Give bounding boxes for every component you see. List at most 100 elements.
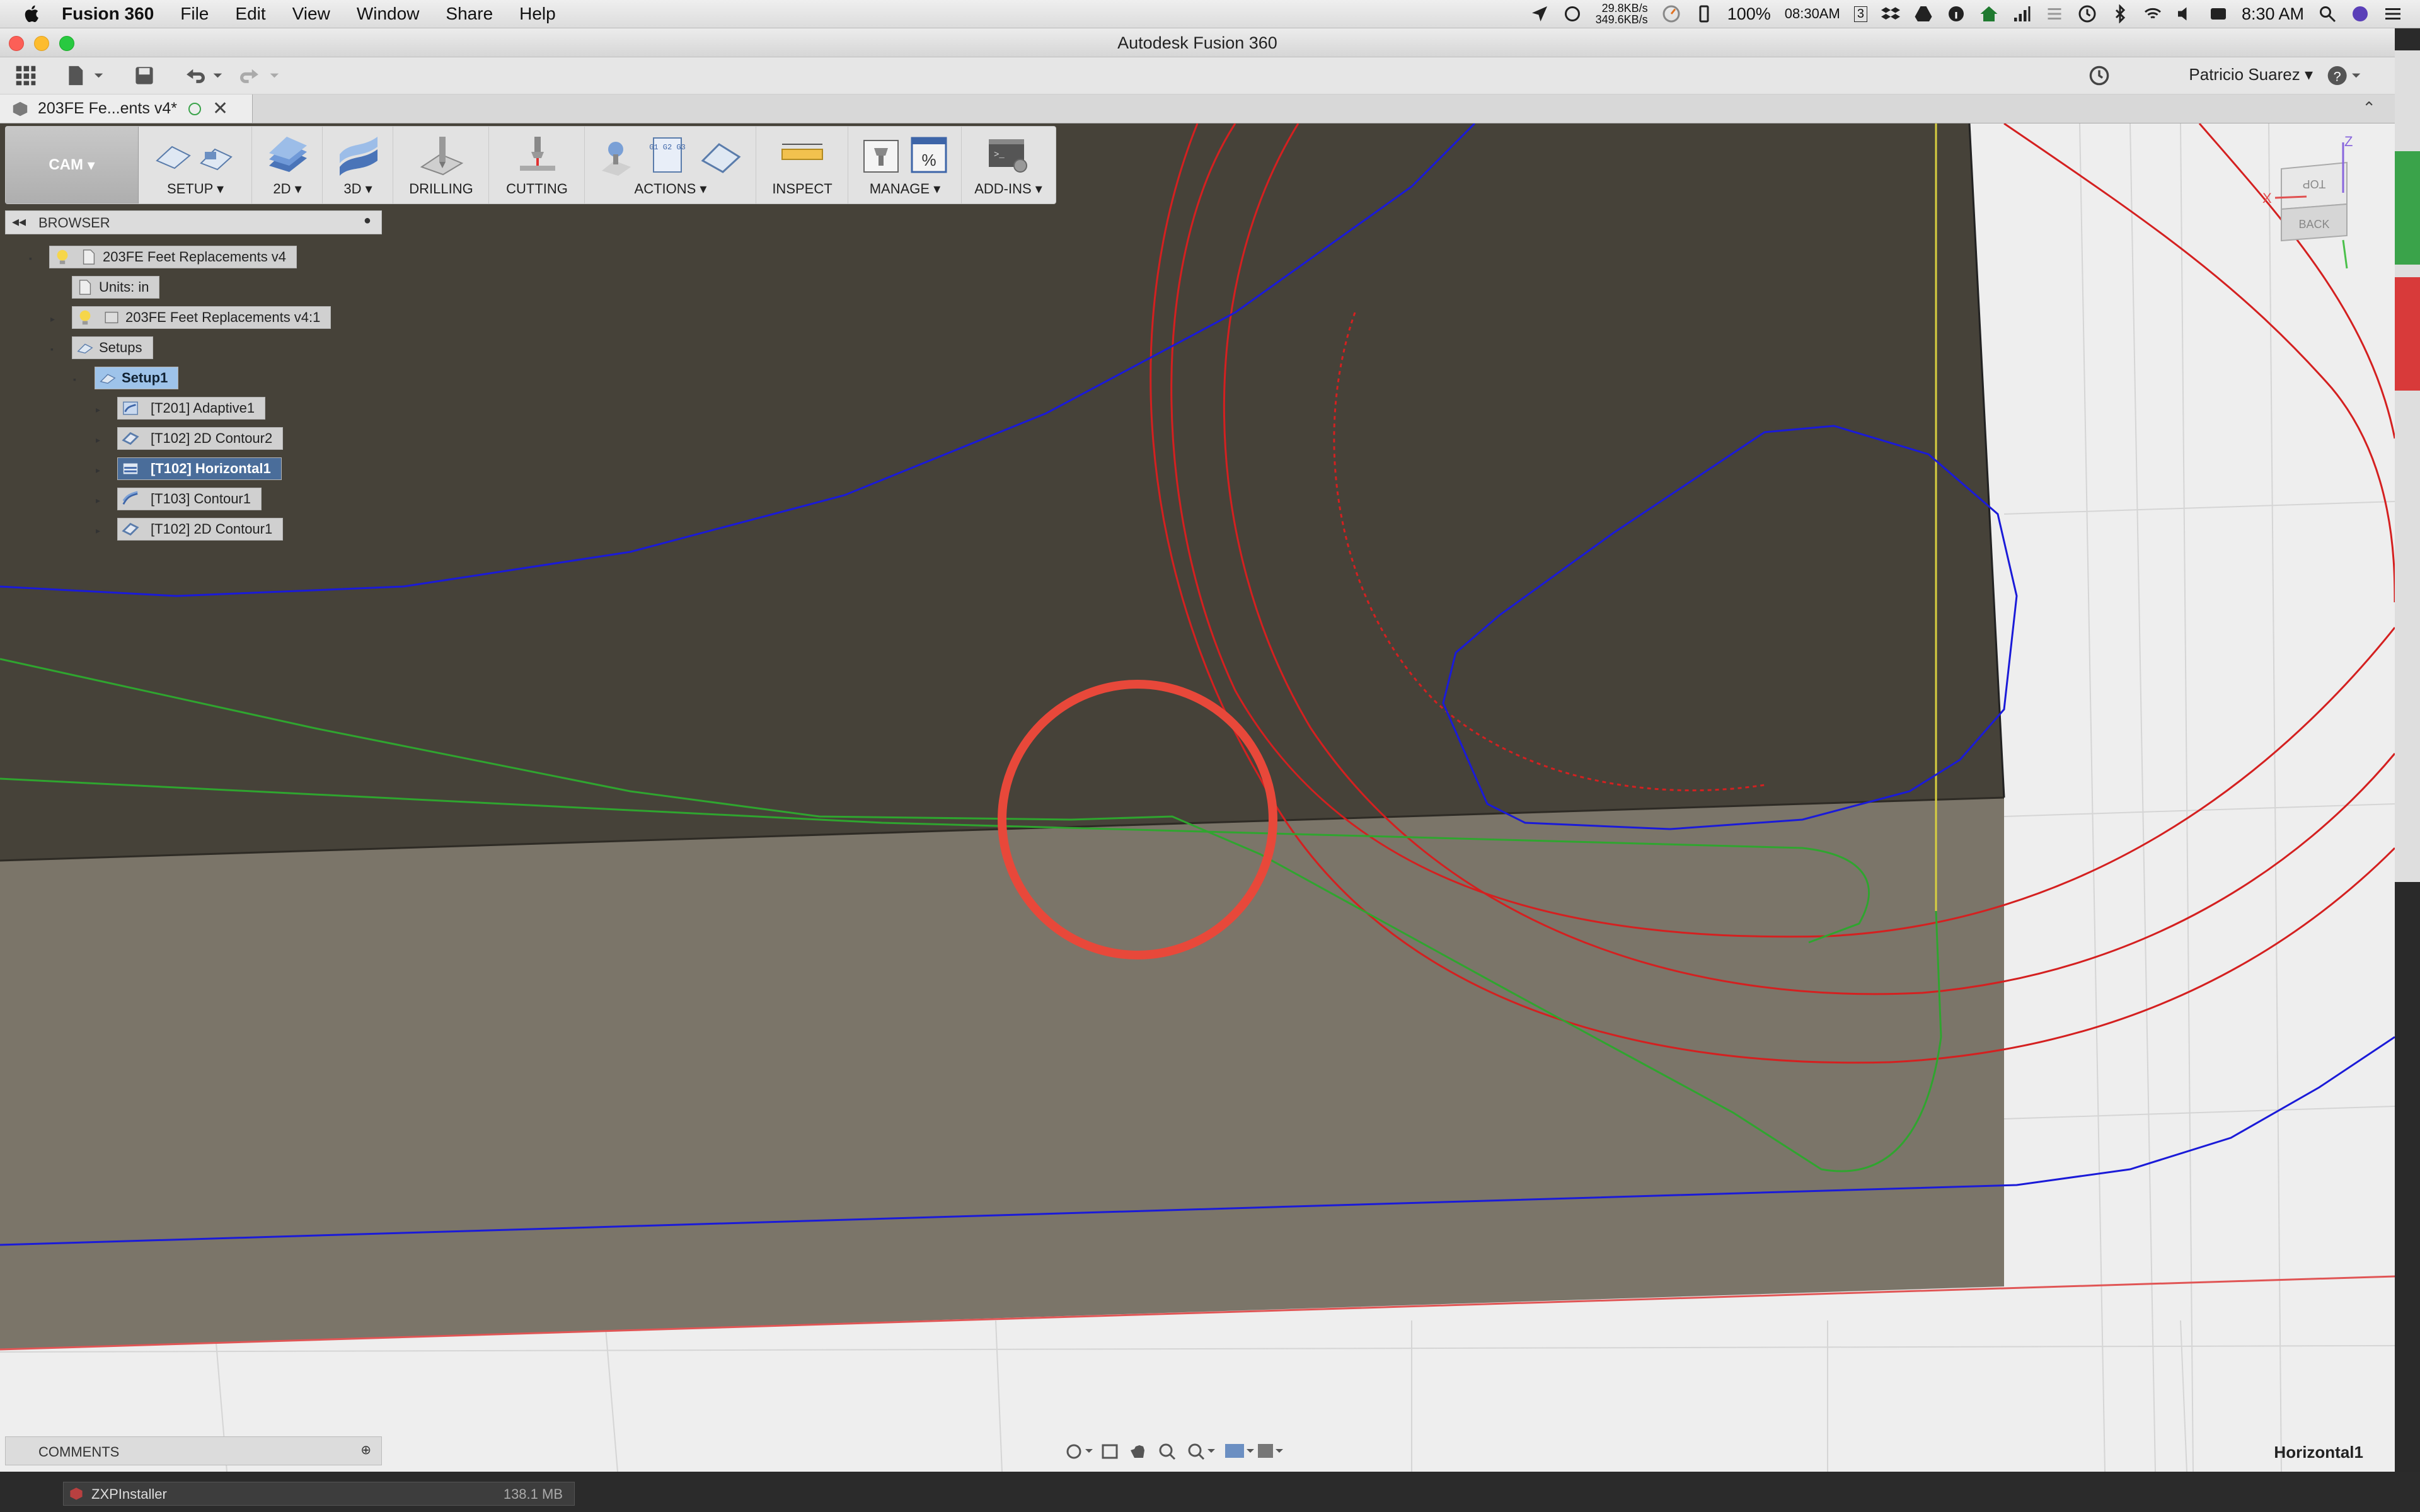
help-icon[interactable]: ? — [2327, 65, 2365, 86]
drilling-group[interactable]: DRILLING — [394, 127, 489, 203]
expand-root-toggle[interactable]: ▪ — [29, 253, 38, 263]
add-ins-group[interactable]: >_ ADD-INS ▾ — [962, 127, 1054, 203]
scripts-add-ins-icon: >_ — [989, 139, 1027, 173]
cutting-icon — [520, 137, 555, 171]
battery-icon[interactable] — [1695, 4, 1714, 23]
menubar-clock[interactable]: 8:30 AM — [2242, 4, 2304, 24]
collapse-panel-icon[interactable]: ◂◂ — [12, 214, 26, 230]
toolpath-canvas[interactable]: TOP BACK Z X — [0, 123, 2395, 1472]
expand-op-1-toggle[interactable]: ▸ — [96, 404, 105, 415]
calendar-badge[interactable]: 3 — [1853, 6, 1867, 22]
document-tab[interactable]: 203FE Fe...ents v4* ✕ — [0, 94, 253, 123]
3d-viewport[interactable]: TOP BACK Z X — [0, 123, 2395, 1472]
creative-cloud-icon[interactable] — [1563, 4, 1582, 23]
expand-op-5-toggle[interactable]: ▸ — [96, 525, 105, 536]
menu-share[interactable]: Share — [446, 4, 493, 24]
comments-panel-header[interactable]: COMMENTS ⊕ — [5, 1436, 382, 1465]
expand-op-2-toggle[interactable]: ▸ — [96, 435, 105, 445]
actions-group[interactable]: G1 G2 G3 ACTIONS ▾ — [585, 127, 756, 203]
expand-op-4-toggle[interactable]: ▸ — [96, 495, 105, 505]
browser-operation-node[interactable]: [T102] 2D Contour2 — [117, 427, 284, 450]
data-panel-grid-icon[interactable] — [15, 65, 37, 86]
location-arrow-icon[interactable] — [1530, 4, 1549, 23]
manage-group[interactable]: % MANAGE ▾ — [849, 127, 962, 203]
cutting-group[interactable]: CUTTING — [490, 127, 585, 203]
pan-hand-icon[interactable] — [1131, 1445, 1144, 1458]
wifi-icon[interactable] — [2143, 4, 2162, 23]
menu-edit[interactable]: Edit — [235, 4, 265, 24]
browser-body-node[interactable]: 203FE Feet Replacements v4:1 — [72, 306, 331, 329]
menu-file[interactable]: File — [180, 4, 209, 24]
browser-root-node[interactable]: 203FE Feet Replacements v4 — [49, 246, 297, 268]
job-status-clock-icon[interactable] — [2089, 65, 2110, 86]
browser-operation-node-selected[interactable]: [T102] Horizontal1 — [117, 457, 282, 480]
browser-operation-node[interactable]: [T103] Contour1 — [117, 488, 262, 510]
time-machine-icon[interactable] — [2078, 4, 2097, 23]
save-icon[interactable] — [134, 65, 155, 86]
inspect-label: INSPECT — [772, 181, 833, 197]
menu-window[interactable]: Window — [357, 4, 420, 24]
2d-group[interactable]: 2D ▾ — [253, 127, 323, 203]
display-settings-icon[interactable] — [1225, 1444, 1254, 1458]
downloads-item[interactable]: ZXPInstaller 138.1 MB — [63, 1482, 575, 1506]
document-tab-label: 203FE Fe...ents v4* — [38, 100, 177, 117]
expand-setup1-toggle[interactable]: ▪ — [73, 374, 82, 384]
browser-operation-node[interactable]: [T102] 2D Contour1 — [117, 518, 284, 541]
look-at-icon[interactable] — [1102, 1444, 1118, 1459]
browser-units-node[interactable]: Units: in — [72, 276, 160, 299]
operation-label: [T102] 2D Contour1 — [151, 521, 273, 537]
browser-panel-header[interactable]: ◂◂ BROWSER ● — [5, 210, 382, 234]
info-icon[interactable] — [1947, 4, 1966, 23]
redo-icon[interactable] — [239, 65, 284, 86]
inspect-group[interactable]: INSPECT — [757, 127, 848, 203]
apple-menu-icon[interactable] — [21, 3, 43, 25]
menu-list-icon[interactable] — [2045, 4, 2064, 23]
menu-app-name[interactable]: Fusion 360 — [62, 4, 154, 24]
operation-label: [T103] Contour1 — [151, 491, 251, 507]
menu-help[interactable]: Help — [519, 4, 556, 24]
browser-options-icon[interactable]: ● — [364, 214, 371, 228]
net-down: 349.6KB/s — [1595, 13, 1648, 26]
undo-icon[interactable] — [183, 65, 227, 86]
menu-view[interactable]: View — [292, 4, 330, 24]
expand-op-3-toggle[interactable]: ▸ — [96, 465, 105, 475]
bluetooth-icon[interactable] — [2111, 4, 2129, 23]
view-cube-top-label: TOP — [2303, 178, 2326, 190]
close-tab-icon[interactable]: ✕ — [212, 98, 228, 120]
spotlight-search-icon[interactable] — [2318, 4, 2337, 23]
setup-group[interactable]: SETUP ▾ — [139, 127, 252, 203]
visibility-bulb-icon[interactable] — [54, 248, 71, 266]
saved-status-icon — [188, 102, 201, 115]
browser-operation-node[interactable]: [T201] Adaptive1 — [117, 397, 266, 420]
comments-toggle-icon[interactable]: ⊕ — [360, 1442, 371, 1458]
volume-icon[interactable] — [2176, 4, 2195, 23]
expand-setups-toggle[interactable]: ▪ — [50, 344, 59, 354]
visibility-bulb-icon[interactable] — [76, 309, 94, 326]
grid-snaps-icon[interactable] — [1258, 1444, 1283, 1458]
home-icon[interactable] — [1979, 4, 1998, 23]
view-cube[interactable]: TOP BACK Z X — [2262, 134, 2353, 269]
fit-zoom-window-icon[interactable] — [1188, 1443, 1215, 1460]
operation-label: [T201] Adaptive1 — [151, 400, 255, 416]
keyboard-icon[interactable] — [2209, 4, 2228, 23]
dropbox-icon[interactable] — [1881, 4, 1900, 23]
units-doc-icon — [79, 280, 91, 295]
browser-setup1-node[interactable]: Setup1 — [95, 367, 179, 389]
drive-icon[interactable] — [1914, 4, 1933, 23]
expand-body-toggle[interactable]: ▸ — [50, 314, 59, 324]
collapse-chevron-icon[interactable]: ⌃ — [2362, 98, 2376, 118]
zoom-icon[interactable] — [1159, 1443, 1176, 1460]
2d-milling-icon — [269, 137, 307, 172]
gauge-icon[interactable] — [1662, 4, 1681, 23]
file-menu-icon[interactable] — [67, 65, 107, 86]
3d-group[interactable]: 3D ▾ — [323, 127, 393, 203]
notification-center-icon[interactable] — [2383, 4, 2402, 23]
siri-icon[interactable] — [2351, 4, 2370, 23]
browser-setups-node[interactable]: Setups — [72, 336, 153, 359]
actions-icons: G1 G2 G3 — [602, 137, 741, 176]
workspace-switcher[interactable]: CAM ▾ — [6, 127, 139, 203]
orbit-icon[interactable] — [1066, 1444, 1093, 1459]
active-operation-status: Horizontal1 — [2274, 1443, 2363, 1462]
user-account-menu[interactable]: Patricio Suarez ▾ — [2189, 65, 2313, 84]
signal-bars-icon[interactable] — [2012, 4, 2031, 23]
